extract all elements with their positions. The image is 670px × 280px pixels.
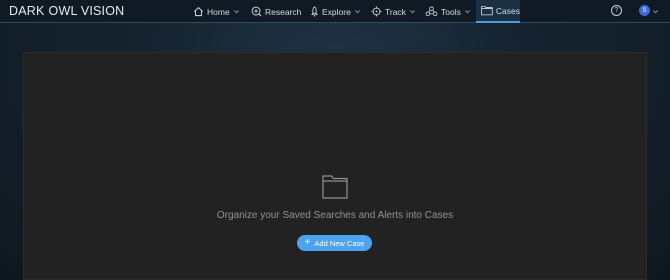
nav-cases[interactable]: Cases [476,0,520,23]
research-icon [251,6,262,17]
plus-icon: + [304,236,311,248]
tools-icon [425,6,438,17]
add-new-case-button[interactable]: + Add New Case [297,235,372,251]
empty-folder-icon [322,175,348,199]
home-icon [194,7,203,17]
chevron-down-icon [233,10,239,14]
nav-explore-label: Explore [322,6,351,17]
folder-icon [481,5,493,16]
top-navbar: DARK OWL VISION Home Research Explore Tra… [0,0,670,23]
chevron-down-icon [409,10,415,14]
crosshair-icon [371,6,382,17]
user-avatar[interactable]: S [639,5,650,16]
nav-research[interactable]: Research [251,0,301,23]
chevron-down-icon [464,10,470,14]
chevron-down-icon[interactable] [652,8,659,15]
rocket-icon [311,6,318,17]
help-icon[interactable]: ? [611,5,622,16]
nav-research-label: Research [265,6,302,17]
nav-home-label: Home [207,6,230,17]
logo-text-right: OWL VISION [48,4,125,18]
nav-tools-label: Tools [441,6,461,17]
empty-state-message: Organize your Saved Searches and Alerts … [216,210,454,221]
nav-track-label: Track [385,6,406,17]
nav-tools[interactable]: Tools [425,0,471,23]
nav-track[interactable]: Track [371,0,416,23]
nav-home[interactable]: Home [193,0,240,23]
chevron-down-icon [354,10,360,14]
darkowl-logo[interactable]: DARK OWL VISION [9,4,124,18]
nav-cases-label: Cases [495,5,520,16]
logo-text-left: DARK [9,4,45,18]
add-new-case-label: Add New Case [314,238,365,248]
nav-explore[interactable]: Explore [310,0,361,23]
